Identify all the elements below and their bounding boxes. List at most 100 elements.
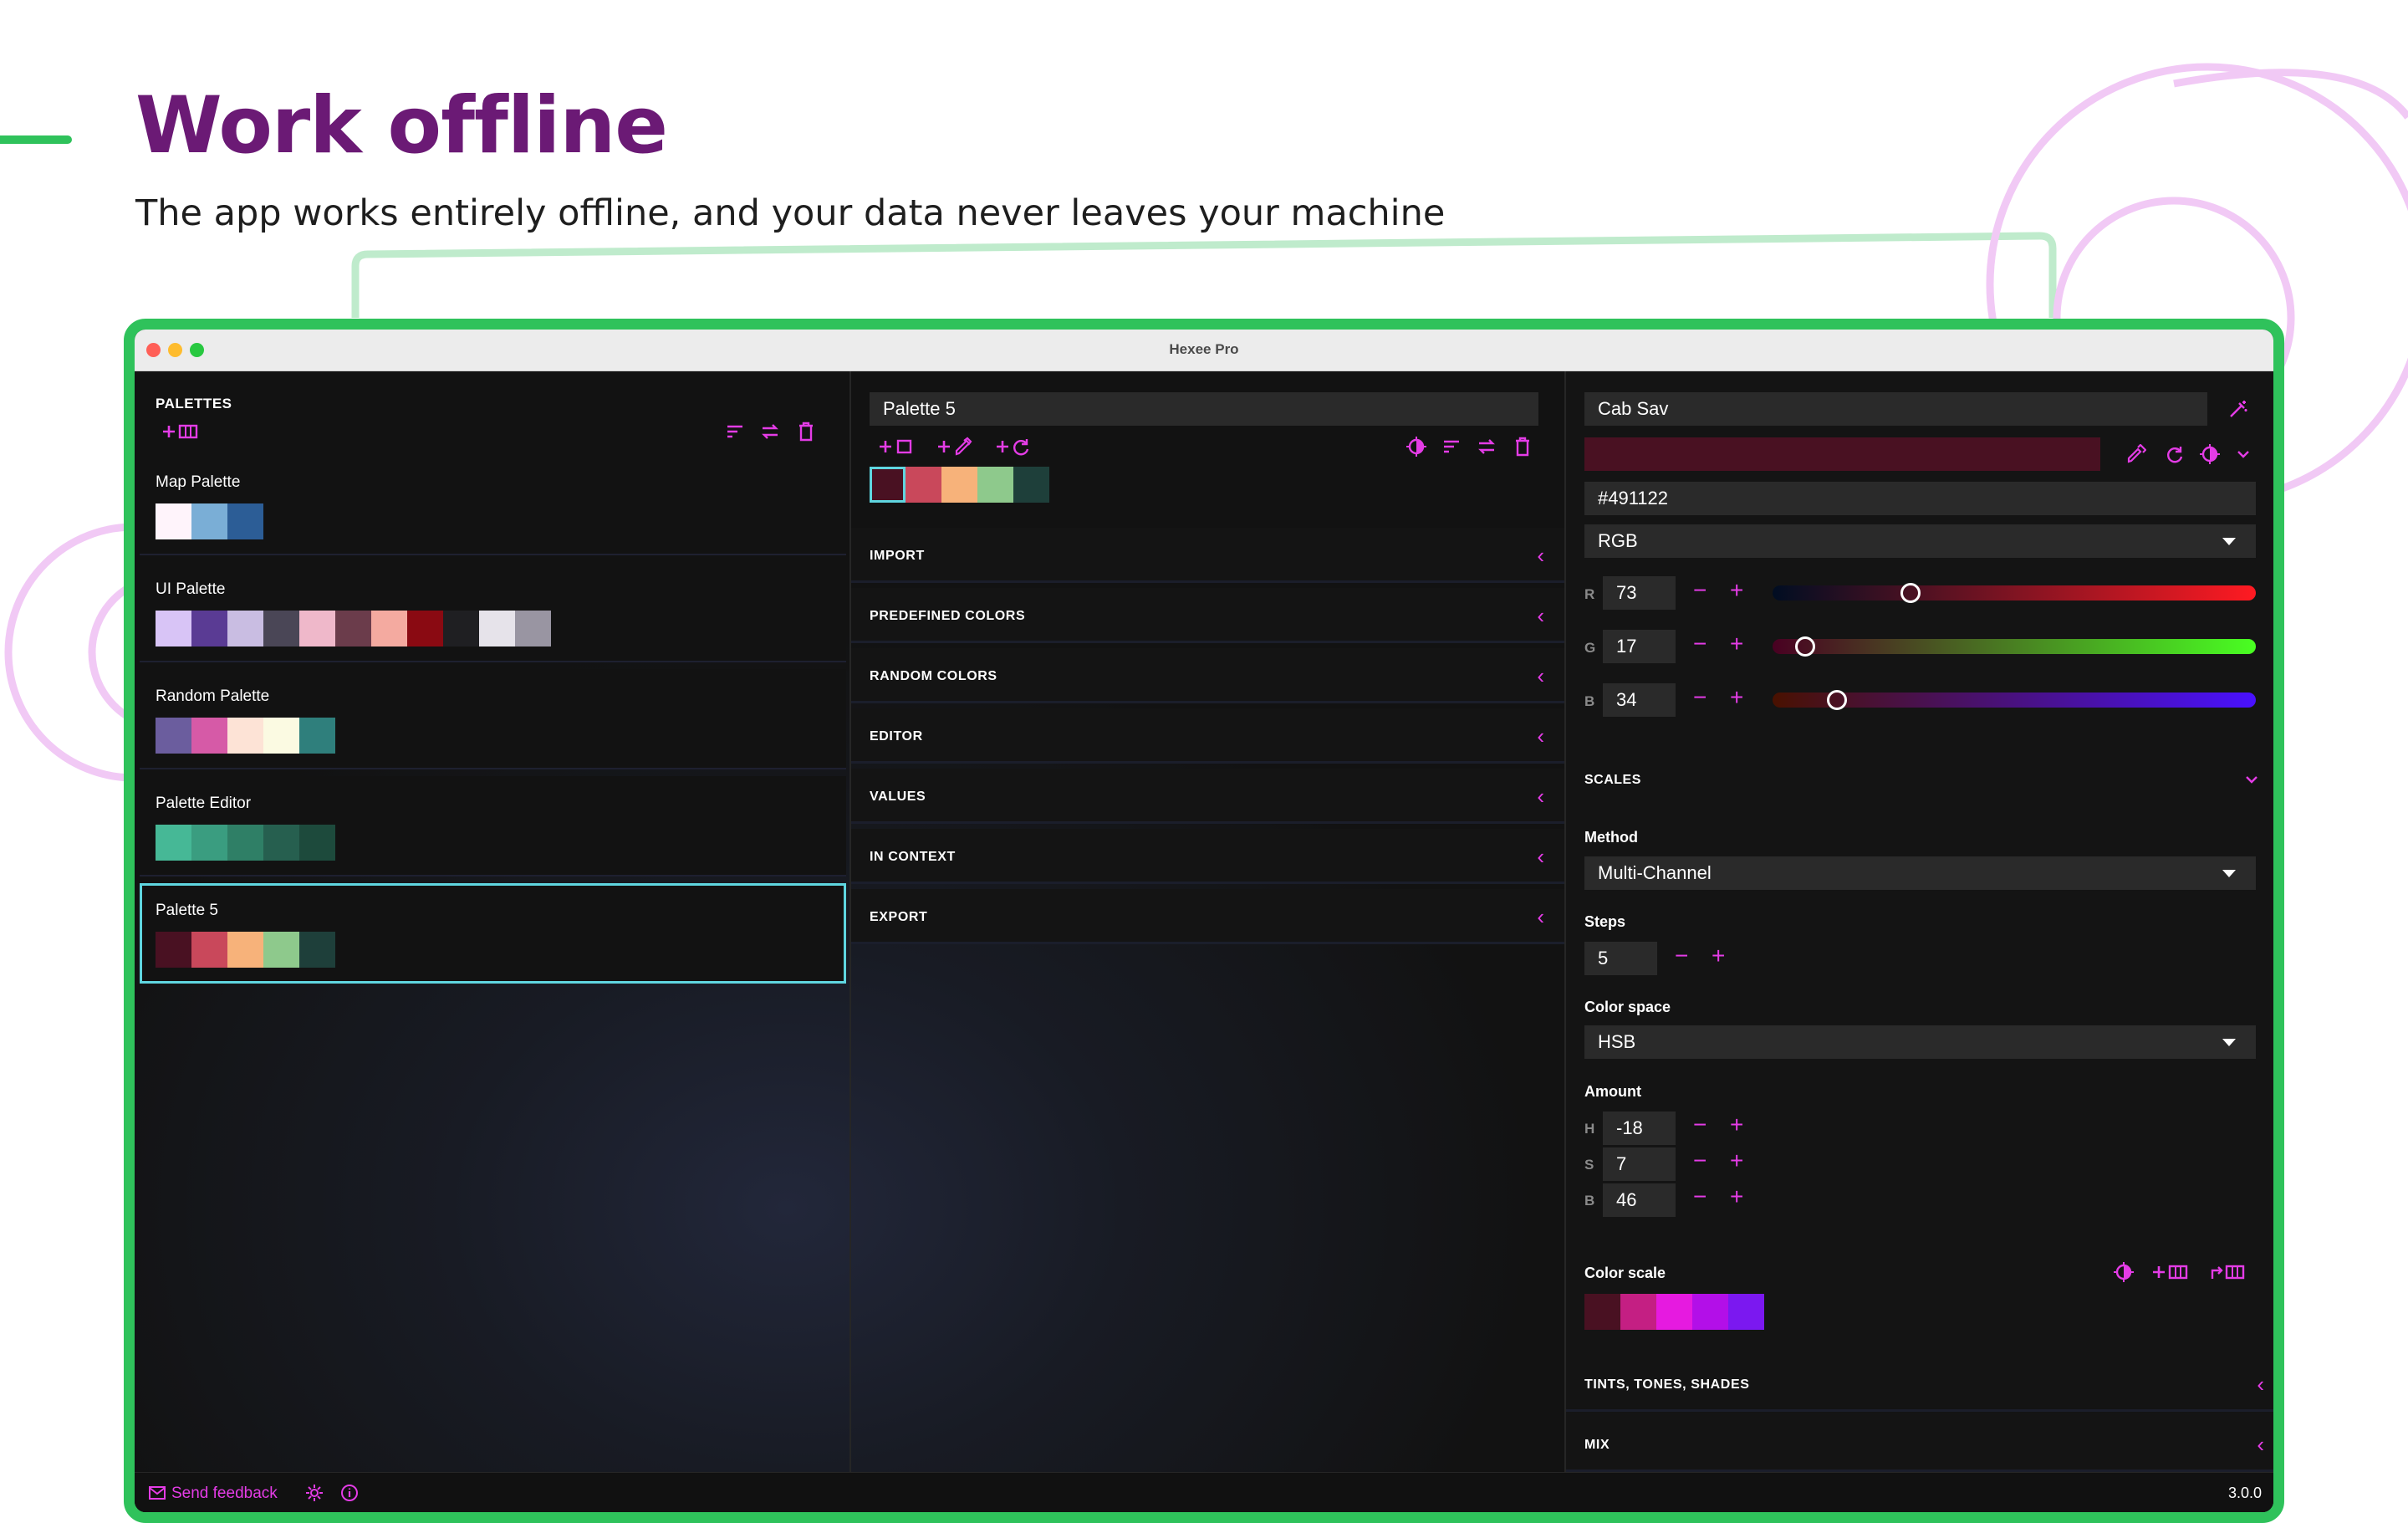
green-value-input[interactable]: 17 (1603, 630, 1676, 663)
contrast-icon[interactable] (1406, 437, 1426, 457)
section-import[interactable]: IMPORT ‹ (851, 528, 1564, 583)
palette-swatches (156, 718, 335, 754)
scale-swatch[interactable] (1692, 1294, 1728, 1330)
green-decrement-button[interactable]: − (1693, 632, 1707, 656)
contrast-icon[interactable] (2200, 444, 2220, 464)
scale-swatch[interactable] (1620, 1294, 1656, 1330)
red-decrement-button[interactable]: − (1693, 579, 1707, 602)
palette-swatch (156, 932, 191, 968)
scale-swatch[interactable] (1728, 1294, 1764, 1330)
color-swatch-selected[interactable] (870, 467, 906, 503)
blue-value-input[interactable]: 34 (1603, 683, 1676, 717)
saturation-letter: S (1584, 1157, 1594, 1173)
refresh-icon[interactable] (2164, 444, 2184, 464)
settings-gear-icon[interactable] (305, 1484, 324, 1502)
red-value-input[interactable]: 73 (1603, 576, 1676, 610)
blue-increment-button[interactable]: + (1730, 686, 1743, 709)
color-swatch[interactable] (977, 467, 1013, 503)
green-slider-handle[interactable] (1794, 636, 1815, 657)
eyedropper-icon[interactable] (2126, 444, 2146, 464)
color-space-select[interactable]: HSB (1584, 1025, 2256, 1059)
chevron-left-icon: ‹ (1537, 904, 1544, 929)
steps-decrement-button[interactable]: − (1675, 944, 1688, 968)
green-increment-button[interactable]: + (1730, 632, 1743, 656)
palette-swatch (263, 611, 299, 647)
contrast-icon[interactable] (2114, 1262, 2134, 1282)
scale-swatch[interactable] (1656, 1294, 1692, 1330)
delete-palette-icon[interactable] (797, 422, 815, 442)
color-name-input[interactable]: Cab Sav (1584, 392, 2207, 426)
saturation-amount-input[interactable]: 7 (1603, 1147, 1676, 1181)
add-random-icon[interactable] (995, 437, 1032, 457)
palette-swatches (156, 825, 335, 861)
color-mode-select[interactable]: RGB (1584, 524, 2256, 558)
hex-input[interactable]: #491122 (1584, 482, 2256, 515)
blue-channel-letter: B (1584, 693, 1595, 709)
section-editor[interactable]: EDITOR ‹ (851, 708, 1564, 764)
blue-slider-handle[interactable] (1826, 690, 1847, 710)
steps-input[interactable]: 5 (1584, 942, 1657, 975)
palette-swatch (191, 718, 227, 754)
palette-swatch (156, 718, 191, 754)
delete-icon[interactable] (1513, 437, 1532, 457)
hue-amount-input[interactable]: -18 (1603, 1112, 1676, 1145)
send-feedback-link[interactable]: Send feedback (171, 1485, 278, 1503)
section-export[interactable]: EXPORT ‹ (851, 889, 1564, 944)
palette-name-input[interactable]: Palette 5 (870, 392, 1538, 426)
section-values[interactable]: VALUES ‹ (851, 769, 1564, 824)
color-scale-label: Color scale (1584, 1265, 1666, 1281)
chevron-down-icon[interactable] (2243, 771, 2260, 788)
brightness-amount-input[interactable]: 46 (1603, 1183, 1676, 1217)
color-space-label: Color space (1584, 999, 1671, 1015)
palette-card-ui-palette[interactable]: UI Palette (140, 562, 846, 662)
blue-slider[interactable] (1773, 690, 2256, 710)
palette-name: Map Palette (156, 473, 241, 491)
magic-wand-icon[interactable] (2228, 399, 2248, 419)
color-swatch[interactable] (941, 467, 977, 503)
palette-swatch (191, 503, 227, 539)
red-slider-handle[interactable] (1900, 583, 1921, 603)
sort-icon[interactable] (1441, 437, 1462, 457)
color-swatch[interactable] (1013, 467, 1049, 503)
brightness-decrement-button[interactable]: − (1693, 1185, 1707, 1209)
palette-card-palette-editor[interactable]: Palette Editor (140, 776, 846, 876)
section-predefined-colors[interactable]: PREDEFINED COLORS ‹ (851, 588, 1564, 643)
palette-card-palette-5[interactable]: Palette 5 (140, 883, 846, 984)
add-color-icon[interactable] (878, 437, 915, 457)
red-increment-button[interactable]: + (1730, 579, 1743, 602)
saturation-increment-button[interactable]: + (1730, 1149, 1743, 1173)
section-in-context[interactable]: IN CONTEXT ‹ (851, 829, 1564, 884)
swap-icon[interactable] (1477, 437, 1497, 457)
green-slider[interactable] (1773, 636, 2256, 657)
palette-card-map-palette[interactable]: Map Palette (140, 455, 846, 555)
palette-card-random-palette[interactable]: Random Palette (140, 669, 846, 769)
blue-decrement-button[interactable]: − (1693, 686, 1707, 709)
method-select[interactable]: Multi-Channel (1584, 856, 2256, 890)
section-random-colors[interactable]: RANDOM COLORS ‹ (851, 648, 1564, 703)
steps-increment-button[interactable]: + (1712, 944, 1725, 968)
chevron-down-icon[interactable] (2235, 444, 2252, 464)
scale-swatch[interactable] (1584, 1294, 1620, 1330)
palette-swatch (299, 932, 335, 968)
palette-swatch (227, 611, 263, 647)
color-swatch[interactable] (906, 467, 941, 503)
brightness-increment-button[interactable]: + (1730, 1185, 1743, 1209)
export-palette-icon[interactable] (2210, 1262, 2248, 1282)
hue-increment-button[interactable]: + (1730, 1113, 1743, 1137)
mail-icon[interactable] (148, 1484, 166, 1502)
red-slider[interactable] (1773, 583, 2256, 603)
section-label: PREDEFINED COLORS (870, 609, 1026, 623)
hue-decrement-button[interactable]: − (1693, 1113, 1707, 1137)
add-eyedropper-icon[interactable] (936, 437, 973, 457)
section-tints-tones-shades[interactable]: TINTS, TONES, SHADES ‹ (1566, 1357, 2273, 1412)
section-mix[interactable]: MIX ‹ (1566, 1417, 2273, 1472)
add-palette-icon[interactable] (2151, 1262, 2190, 1282)
chevron-left-icon: ‹ (1537, 543, 1544, 568)
palette-editor-panel: Palette 5 IMPORT ‹ PREDEFINED COLORS ‹ R… (849, 371, 1564, 1512)
saturation-decrement-button[interactable]: − (1693, 1149, 1707, 1173)
add-palette-icon[interactable] (161, 422, 200, 442)
swap-icon[interactable] (760, 422, 780, 442)
sort-icon[interactable] (725, 422, 745, 442)
palette-swatch (263, 825, 299, 861)
info-icon[interactable] (340, 1484, 359, 1502)
